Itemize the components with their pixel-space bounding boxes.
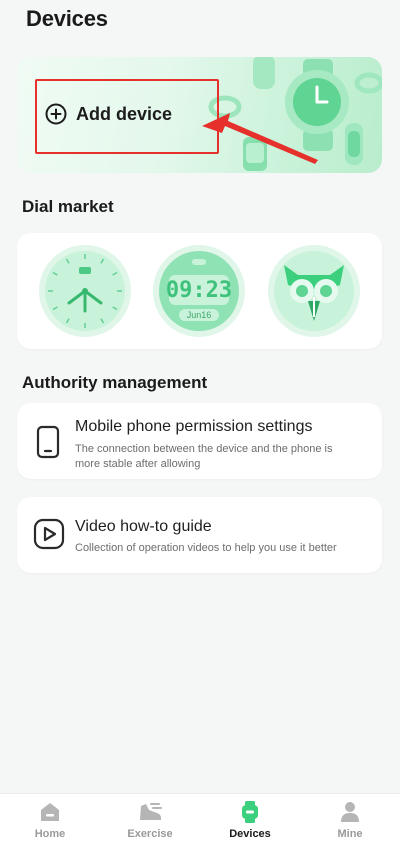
dial-time: 09:23 (165, 278, 233, 303)
video-guide-card[interactable]: Video how-to guide Collection of operati… (17, 497, 382, 573)
owl-dial[interactable] (268, 245, 360, 337)
permission-settings-title: Mobile phone permission settings (75, 418, 313, 435)
permission-settings-card[interactable]: Mobile phone permission settings The con… (17, 403, 382, 479)
analog-dial[interactable] (39, 245, 131, 337)
shoe-icon (140, 803, 162, 820)
dial-date: Jun16 (186, 310, 212, 320)
dial-market-title: Dial market (22, 197, 114, 216)
dial-market-card: 09:23 Jun16 (17, 233, 382, 349)
nav-exercise[interactable]: Exercise (100, 794, 200, 862)
digital-dial[interactable]: 09:23 Jun16 (153, 245, 245, 337)
add-device-label: Add device (76, 103, 173, 124)
home-icon (41, 803, 59, 821)
nav-mine-label: Mine (337, 828, 363, 840)
plus-circle-icon (45, 103, 67, 125)
nav-home-label: Home (34, 828, 66, 840)
permission-settings-subtitle: The connection between the device and th… (75, 443, 333, 470)
bottom-nav: Home Exercise Devices Mine (0, 793, 400, 862)
play-icon (33, 518, 65, 550)
nav-mine[interactable]: Mine (300, 794, 400, 862)
nav-devices[interactable]: Devices (200, 794, 300, 862)
nav-exercise-label: Exercise (127, 828, 173, 840)
video-guide-title: Video how-to guide (75, 518, 212, 535)
person-icon (341, 802, 359, 822)
phone-icon (36, 425, 60, 459)
video-guide-subtitle: Collection of operation videos to help y… (75, 542, 337, 554)
nav-devices-label: Devices (229, 828, 271, 840)
page-title: Devices (26, 6, 108, 31)
add-device-button[interactable]: Add device (45, 103, 172, 125)
authority-title: Authority management (22, 373, 208, 392)
nav-home[interactable]: Home (0, 794, 100, 862)
watch-icon (242, 801, 258, 823)
